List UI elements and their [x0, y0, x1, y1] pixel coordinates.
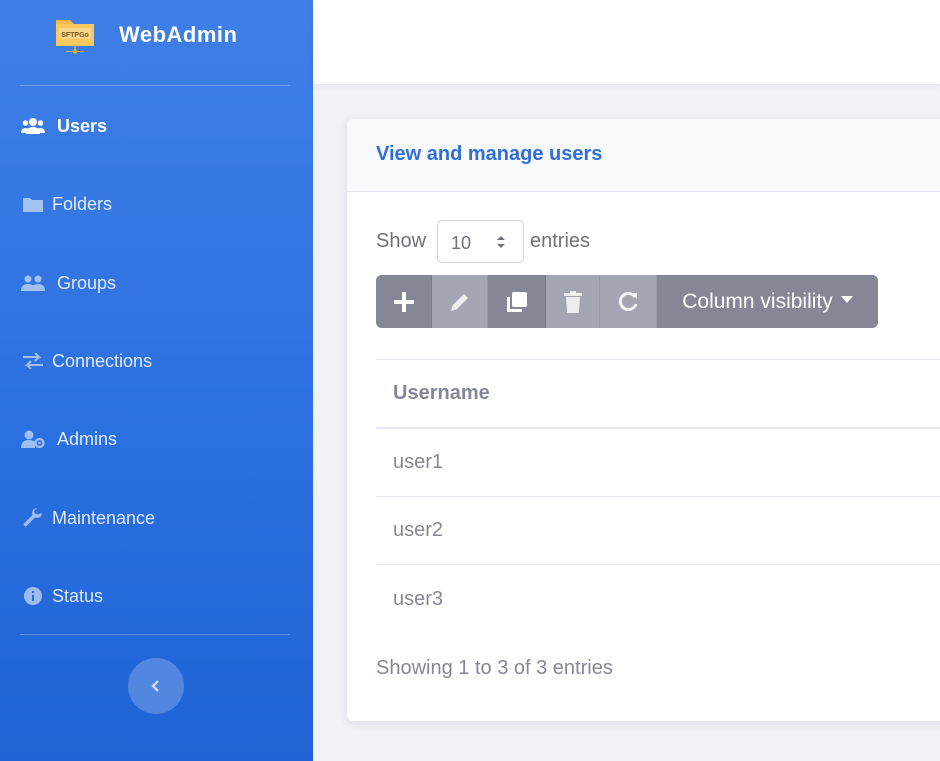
- refresh-icon: [618, 291, 638, 311]
- column-visibility-label: Column visibility: [682, 289, 833, 313]
- refresh-button[interactable]: [600, 275, 657, 328]
- sidebar-item-label: Status: [52, 585, 104, 606]
- exchange-icon: [21, 351, 45, 371]
- sidebar-toggle-button[interactable]: [128, 658, 184, 714]
- users-card: View and manage users Show 10 entries Co…: [347, 119, 940, 721]
- page-title: View and manage users: [376, 143, 603, 165]
- user-cog-icon: [21, 429, 45, 449]
- sidebar-divider: [20, 85, 290, 86]
- sftpgo-logo: SFTPGo: [56, 20, 94, 54]
- sidebar-brand[interactable]: SFTPGo WebAdmin: [0, 0, 313, 85]
- clone-button[interactable]: [488, 275, 546, 328]
- edit-button[interactable]: [432, 275, 488, 328]
- delete-button[interactable]: [546, 275, 600, 328]
- sidebar-item-status[interactable]: Status: [0, 576, 313, 616]
- brand-title: WebAdmin: [119, 22, 238, 47]
- sort-arrows-icon: [497, 236, 505, 248]
- clone-icon: [506, 291, 527, 312]
- username-cell: user2: [393, 519, 444, 541]
- table-row[interactable]: user2: [376, 497, 940, 565]
- page-length-select[interactable]: 10: [437, 220, 524, 263]
- sidebar-divider: [20, 634, 290, 635]
- sidebar-item-maintenance[interactable]: Maintenance: [0, 498, 313, 538]
- chevron-left-icon: [151, 680, 159, 692]
- column-header-username[interactable]: Username: [376, 360, 940, 429]
- column-header-label: Username: [393, 382, 490, 404]
- sidebar-item-users[interactable]: Users: [0, 106, 313, 146]
- length-menu-prefix: Show: [376, 230, 427, 252]
- sidebar-item-label: Admins: [57, 428, 118, 449]
- table-row[interactable]: user3: [376, 565, 940, 633]
- users-icon: [21, 116, 45, 136]
- table-info: Showing 1 to 3 of 3 entries: [376, 657, 613, 679]
- username-cell: user3: [393, 587, 444, 610]
- pencil-icon: [450, 293, 468, 311]
- column-visibility-button[interactable]: Column visibility: [657, 275, 878, 328]
- trash-icon: [563, 290, 582, 313]
- folder-icon: [21, 194, 45, 214]
- sidebar-item-label: Folders: [52, 193, 113, 214]
- sidebar: SFTPGo WebAdmin Users Folders Groups Con…: [0, 0, 313, 761]
- sidebar-item-folders[interactable]: Folders: [0, 184, 313, 224]
- user-group-icon: [21, 273, 45, 293]
- sidebar-item-label: Maintenance: [52, 507, 156, 528]
- length-menu-suffix: entries: [530, 230, 591, 252]
- page-length-value: 10: [451, 233, 472, 253]
- username-cell: user1: [393, 451, 444, 473]
- info-circle-icon: [21, 586, 45, 606]
- toolbar: Column visibility: [376, 275, 878, 328]
- add-button[interactable]: [376, 275, 432, 328]
- caret-down-icon: [840, 296, 853, 303]
- topbar: [313, 0, 940, 84]
- svg-text:SFTPGo: SFTPGo: [61, 32, 89, 39]
- users-table: Username user1 user2 user3: [376, 359, 940, 633]
- card-header: View and manage users: [347, 119, 940, 192]
- length-menu: Show 10 entries: [376, 220, 776, 263]
- table-row[interactable]: user1: [376, 429, 940, 497]
- sidebar-item-connections[interactable]: Connections: [0, 341, 313, 381]
- wrench-icon: [21, 508, 45, 528]
- plus-icon: [393, 291, 414, 312]
- sidebar-item-label: Groups: [57, 272, 117, 293]
- sidebar-item-groups[interactable]: Groups: [0, 263, 313, 303]
- sidebar-item-label: Users: [57, 115, 108, 136]
- sidebar-item-label: Connections: [52, 350, 153, 371]
- sidebar-item-admins[interactable]: Admins: [0, 419, 313, 459]
